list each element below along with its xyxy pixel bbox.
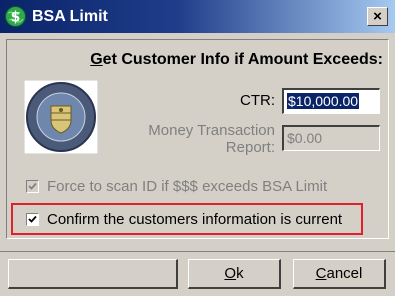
force-scan-checkbox-row: Force to scan ID if $$$ exceeds BSA Limi… bbox=[26, 178, 327, 195]
heading-text: et Customer Info if Amount Exceeds: bbox=[102, 51, 383, 68]
ok-accelerator: O bbox=[224, 265, 237, 282]
financial-crimes-seal-icon bbox=[23, 79, 99, 155]
ctr-amount-input[interactable]: $10,000.00 bbox=[282, 88, 380, 114]
heading-accelerator: G bbox=[90, 51, 103, 68]
close-button[interactable]: × bbox=[367, 7, 388, 26]
cancel-label: ancel bbox=[326, 265, 363, 282]
mtr-label-line2: Report: bbox=[225, 139, 275, 156]
svg-text:$: $ bbox=[11, 10, 21, 26]
mtr-label-line1: Money Transaction bbox=[148, 122, 275, 139]
title-bar[interactable]: $ BSA Limit × bbox=[0, 0, 395, 34]
force-scan-checkbox bbox=[26, 180, 39, 193]
cancel-button[interactable]: Cancel bbox=[293, 259, 386, 289]
confirm-info-label[interactable]: Confirm the customers information is cur… bbox=[47, 211, 342, 228]
window-title: BSA Limit bbox=[32, 8, 108, 25]
cancel-accelerator: C bbox=[315, 265, 327, 282]
ctr-label: CTR: bbox=[240, 92, 275, 109]
status-panel bbox=[8, 259, 178, 289]
section-heading: Get Customer Info if Amount Exceeds: bbox=[90, 51, 383, 69]
dollar-globe-icon: $ bbox=[5, 6, 26, 27]
ok-label: k bbox=[236, 265, 244, 282]
force-scan-label: Force to scan ID if $$$ exceeds BSA Limi… bbox=[47, 178, 328, 195]
ok-button[interactable]: Ok bbox=[188, 259, 281, 289]
ctr-amount-value: $10,000.00 bbox=[287, 93, 360, 109]
confirm-info-checkbox-row[interactable]: Confirm the customers information is cur… bbox=[26, 211, 342, 228]
button-bar: Ok Cancel bbox=[0, 251, 395, 296]
mtr-label: Money Transaction Report: bbox=[148, 122, 275, 156]
confirm-info-checkbox[interactable] bbox=[26, 213, 39, 226]
mtr-amount-input: $0.00 bbox=[282, 125, 380, 151]
